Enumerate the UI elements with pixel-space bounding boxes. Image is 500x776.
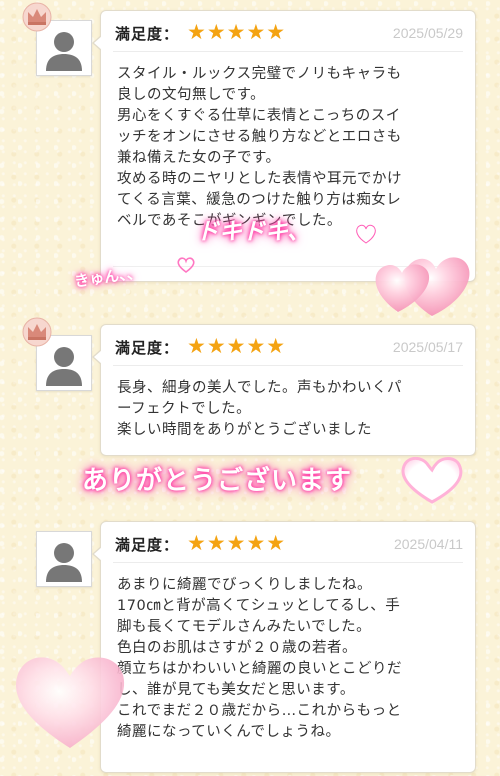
review-text: 長身、細身の美人でした。声もかわいくパ ーフェクトでした。 楽しい時間をありがと… xyxy=(117,380,402,438)
crown-icon xyxy=(22,317,52,347)
review-card: 満足度： ★★★★★ 2025/04/11 あまりに綺麗でびっくりしましたね。 … xyxy=(92,521,476,773)
crown-icon xyxy=(22,2,52,32)
reviewer-avatar-wrap xyxy=(22,2,92,76)
heart-icon xyxy=(16,657,125,748)
heart-icon xyxy=(401,456,463,504)
decoration-text-dokidoki: ドキドキ、 xyxy=(196,219,311,245)
satisfaction-label: 満足度： xyxy=(115,339,180,357)
decoration-text-arigato: ありがとうございます xyxy=(82,466,353,496)
review-header: 満足度： ★★★★★ 2025/05/29 xyxy=(115,20,463,45)
review-text: スタイル・ルックス完璧でノリもキャラも 良しの文句無しです。 男心をくすぐる仕草… xyxy=(117,66,402,229)
satisfaction-label: 満足度： xyxy=(115,25,180,43)
review-date: 2025/04/11 xyxy=(393,536,463,552)
satisfaction-label: 満足度： xyxy=(115,536,180,554)
review-header: 満足度： ★★★★★ 2025/05/17 xyxy=(115,334,463,359)
avatar xyxy=(36,531,92,587)
review-text: あまりに綺麗でびっくりしましたね。 170㎝と背が高くてシュッとしてるし、手 脚… xyxy=(117,577,402,740)
review-date: 2025/05/17 xyxy=(392,339,463,355)
review-header: 満足度： ★★★★★ 2025/04/11 xyxy=(115,531,463,556)
star-rating: ★★★★★ xyxy=(187,531,287,555)
reviewer-avatar-wrap xyxy=(36,531,92,587)
star-rating: ★★★★★ xyxy=(187,20,287,44)
heart-icon xyxy=(177,257,195,273)
star-rating: ★★★★★ xyxy=(187,334,287,358)
user-avatar-icon xyxy=(46,543,82,582)
decoration-text-kyun: きゅん、、 xyxy=(73,263,143,291)
review-card: 満足度： ★★★★★ 2025/05/17 長身、細身の美人でした。声もかわいく… xyxy=(92,324,476,456)
divider xyxy=(113,562,463,563)
heart-icon xyxy=(355,224,377,245)
review-date: 2025/05/29 xyxy=(392,25,463,41)
heart-icon xyxy=(375,257,470,316)
divider xyxy=(113,51,463,52)
reviewer-avatar-wrap xyxy=(22,317,92,391)
divider xyxy=(113,365,463,366)
